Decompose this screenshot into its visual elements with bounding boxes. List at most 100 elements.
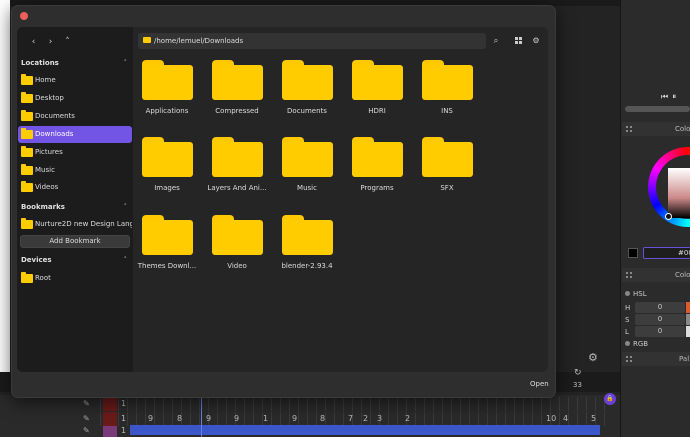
grid-view-button[interactable] bbox=[510, 33, 526, 49]
collapse-chevron-icon[interactable]: ˄ bbox=[124, 203, 128, 211]
frame-number: 1 bbox=[263, 414, 269, 423]
panel-grip-icon[interactable] bbox=[626, 356, 632, 362]
forward-arrow-icon[interactable]: › bbox=[42, 37, 59, 47]
timeline-settings-gear-icon[interactable]: ⚙ bbox=[588, 351, 598, 364]
file-item[interactable]: Images bbox=[133, 137, 201, 203]
saturation-label: S bbox=[625, 316, 630, 324]
file-item[interactable]: blender-2.93.4 bbox=[273, 215, 341, 281]
file-name: HDRI bbox=[368, 107, 386, 115]
file-item[interactable]: Themes Downl... bbox=[133, 215, 201, 281]
search-icon[interactable]: ⌕ bbox=[488, 33, 504, 49]
add-bookmark-button[interactable]: Add Bookmark bbox=[20, 235, 130, 248]
sidebar-item-music[interactable]: Music bbox=[18, 162, 132, 179]
bookmarks-header-label: Bookmarks bbox=[21, 203, 65, 211]
file-item[interactable]: Compressed bbox=[203, 60, 271, 126]
hsl-row-h: H 0 bbox=[625, 302, 690, 314]
folder-icon bbox=[212, 60, 263, 100]
panel-grip-icon[interactable] bbox=[626, 272, 632, 278]
color-panel-header[interactable]: Colo bbox=[622, 122, 690, 136]
file-item[interactable]: SFX bbox=[413, 137, 481, 203]
folder-icon bbox=[212, 215, 263, 255]
saturation-input[interactable]: 0 bbox=[635, 314, 685, 325]
color-saturation-square[interactable] bbox=[668, 168, 690, 218]
keyframe-cell[interactable] bbox=[103, 412, 117, 426]
sidebar-item-desktop[interactable]: Desktop bbox=[18, 90, 132, 107]
hex-color-input[interactable]: #00 bbox=[643, 247, 690, 259]
sidebar-item-label: Home bbox=[35, 76, 56, 84]
keyframe-cell[interactable] bbox=[103, 426, 117, 437]
keyframe-cell[interactable] bbox=[103, 397, 117, 411]
sidebar-item-bookmark[interactable]: Nurture2D new Design Langu... bbox=[18, 216, 132, 233]
file-name: Compressed bbox=[215, 107, 259, 115]
file-name: SFX bbox=[440, 184, 454, 192]
folder-icon bbox=[352, 137, 403, 177]
hsl-section-label[interactable]: HSL bbox=[625, 290, 647, 298]
sidebar-item-label: Desktop bbox=[35, 94, 64, 102]
file-item[interactable]: INS bbox=[413, 60, 481, 126]
frame-number: 8 bbox=[177, 414, 183, 423]
folder-icon bbox=[142, 60, 193, 100]
sidebar-item-videos[interactable]: Videos bbox=[18, 179, 132, 196]
settings-gear-icon[interactable]: ⚙ bbox=[528, 33, 544, 49]
previous-frame-icon[interactable]: ⏮ bbox=[661, 92, 668, 101]
file-item[interactable]: Programs bbox=[343, 137, 411, 203]
sidebar-item-label: Music bbox=[35, 166, 55, 174]
sidebar-item-documents[interactable]: Documents bbox=[18, 108, 132, 125]
sidebar-item-pictures[interactable]: Pictures bbox=[18, 144, 132, 161]
file-item[interactable]: Layers And Ani... bbox=[203, 137, 271, 203]
folder-icon bbox=[282, 60, 333, 100]
folder-icon bbox=[142, 215, 193, 255]
sidebar-item-home[interactable]: Home bbox=[18, 72, 132, 89]
frame-number: 9 bbox=[206, 414, 212, 423]
color-picker-handle[interactable] bbox=[665, 213, 672, 220]
timeline-playhead[interactable] bbox=[201, 395, 202, 437]
sidebar-item-downloads[interactable]: Downloads bbox=[18, 126, 132, 143]
file-item[interactable]: Documents bbox=[273, 60, 341, 126]
open-button[interactable]: Open bbox=[530, 380, 549, 388]
file-item[interactable]: Music bbox=[273, 137, 341, 203]
file-name: blender-2.93.4 bbox=[281, 262, 333, 270]
path-bar[interactable]: /home/lemuel/Downloads bbox=[138, 33, 486, 49]
hue-slider[interactable] bbox=[686, 302, 690, 313]
canvas-area[interactable] bbox=[0, 0, 10, 392]
close-window-button[interactable] bbox=[20, 12, 28, 20]
back-arrow-icon[interactable]: ‹ bbox=[25, 37, 42, 47]
collapse-chevron-icon[interactable]: ˄ bbox=[124, 59, 128, 67]
folder-icon bbox=[21, 181, 33, 192]
pencil-icon[interactable]: ✎ bbox=[83, 399, 90, 408]
file-name: Video bbox=[227, 262, 247, 270]
sidebar-item-label: Downloads bbox=[35, 130, 74, 138]
rgb-section-label[interactable]: RGB bbox=[625, 340, 648, 348]
locations-header[interactable]: Locations ˄ bbox=[21, 59, 131, 67]
saturation-slider[interactable] bbox=[686, 314, 690, 325]
file-item[interactable]: HDRI bbox=[343, 60, 411, 126]
devices-header[interactable]: Devices ˄ bbox=[21, 256, 131, 264]
sidebar-item-root[interactable]: Root bbox=[18, 270, 132, 287]
file-name: Music bbox=[297, 184, 317, 192]
frame-number: 1 bbox=[121, 399, 127, 408]
zoom-slider[interactable] bbox=[625, 106, 690, 112]
color-panel2-header[interactable]: Colo bbox=[622, 268, 690, 282]
pencil-icon[interactable]: ✎ bbox=[83, 414, 90, 423]
up-arrow-icon[interactable]: ˄ bbox=[59, 37, 76, 47]
file-name: Layers And Ani... bbox=[207, 184, 267, 192]
bookmarks-header[interactable]: Bookmarks ˄ bbox=[21, 203, 131, 211]
file-dialog-content: ‹ › ˄ Locations ˄ Home Desktop Documents D… bbox=[17, 27, 548, 372]
file-item[interactable]: Video bbox=[203, 215, 271, 281]
palette-panel-header[interactable]: Pal bbox=[622, 352, 690, 366]
collapse-chevron-icon[interactable]: ˄ bbox=[124, 256, 128, 264]
pause-icon[interactable]: ⏸ bbox=[672, 92, 676, 101]
refresh-icon[interactable]: ↻ bbox=[574, 368, 582, 378]
lightness-slider[interactable] bbox=[686, 326, 690, 337]
panel-grip-icon[interactable] bbox=[626, 126, 632, 132]
current-color-swatch[interactable] bbox=[628, 248, 638, 258]
lightness-input[interactable]: 0 bbox=[635, 326, 685, 337]
timeline-cells[interactable] bbox=[100, 397, 605, 411]
pencil-icon[interactable]: ✎ bbox=[83, 426, 90, 435]
hue-input[interactable]: 0 bbox=[635, 302, 685, 313]
frame-number: 2 bbox=[363, 414, 369, 423]
folder-icon bbox=[21, 272, 33, 283]
file-item[interactable]: Applications bbox=[133, 60, 201, 126]
lock-icon[interactable]: 🔒 bbox=[604, 393, 616, 405]
animation-timeline[interactable]: ✎ 1 ✎ 1 9 8 9 9 1 9 8 7 2 3 2 10 4 5 ✎ 1 bbox=[0, 395, 620, 437]
